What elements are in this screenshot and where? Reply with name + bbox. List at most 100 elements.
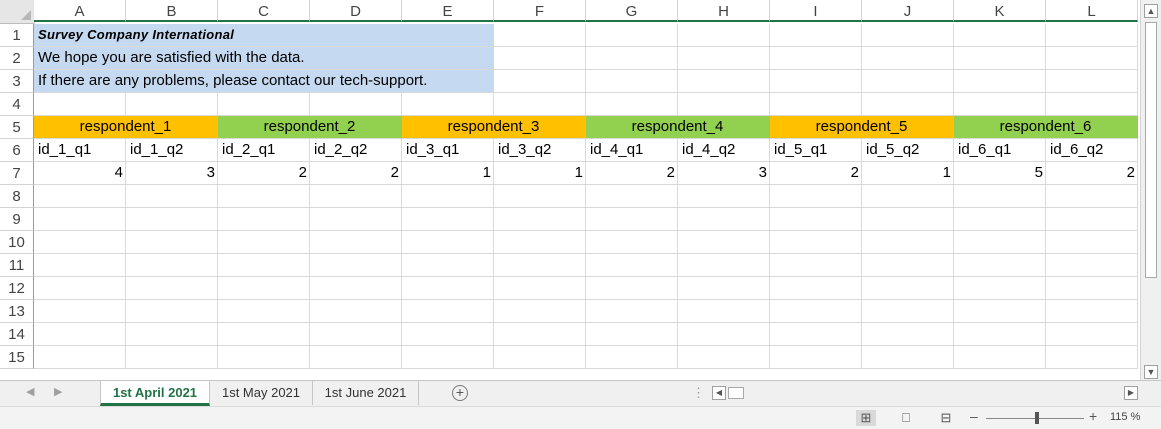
cell-j13[interactable] xyxy=(862,300,954,323)
cell-k14[interactable] xyxy=(954,323,1046,346)
zoom-in-button[interactable]: + xyxy=(1089,408,1097,424)
cell-d14[interactable] xyxy=(310,323,402,346)
cell-k4[interactable] xyxy=(954,93,1046,116)
cell-d11[interactable] xyxy=(310,254,402,277)
cell-a11[interactable] xyxy=(34,254,126,277)
column-header-i[interactable]: I xyxy=(770,0,862,22)
cell-j8[interactable] xyxy=(862,185,954,208)
cell-e11[interactable] xyxy=(402,254,494,277)
cell-i3[interactable] xyxy=(770,70,862,93)
row-header-2[interactable]: 2 xyxy=(0,47,34,70)
cell-a2-message[interactable]: We hope you are satisfied with the data. xyxy=(34,47,494,70)
cell-l15[interactable] xyxy=(1046,346,1138,369)
answer-cell[interactable]: 3 xyxy=(126,162,218,185)
cell-j10[interactable] xyxy=(862,231,954,254)
cell-k12[interactable] xyxy=(954,277,1046,300)
cell-j11[interactable] xyxy=(862,254,954,277)
cell-i13[interactable] xyxy=(770,300,862,323)
question-id-cell[interactable]: id_6_q2 xyxy=(1046,139,1138,162)
answer-cell[interactable]: 1 xyxy=(862,162,954,185)
column-header-h[interactable]: H xyxy=(678,0,770,22)
cell-b8[interactable] xyxy=(126,185,218,208)
cell-g3[interactable] xyxy=(586,70,678,93)
cell-l1[interactable] xyxy=(1046,24,1138,47)
tab-1st-april-2021[interactable]: 1st April 2021 xyxy=(100,381,210,406)
cell-e8[interactable] xyxy=(402,185,494,208)
respondent-header-6[interactable]: respondent_6 xyxy=(954,116,1138,139)
column-header-a[interactable]: A xyxy=(34,0,126,22)
row-header-8[interactable]: 8 xyxy=(0,185,34,208)
row-header-9[interactable]: 9 xyxy=(0,208,34,231)
cell-e10[interactable] xyxy=(402,231,494,254)
question-id-cell[interactable]: id_5_q2 xyxy=(862,139,954,162)
cell-l12[interactable] xyxy=(1046,277,1138,300)
normal-view-icon[interactable]: ⊞ xyxy=(856,410,876,426)
answer-cell[interactable]: 2 xyxy=(218,162,310,185)
cell-k9[interactable] xyxy=(954,208,1046,231)
cell-k2[interactable] xyxy=(954,47,1046,70)
respondent-header-2[interactable]: respondent_2 xyxy=(218,116,402,139)
cell-l3[interactable] xyxy=(1046,70,1138,93)
cell-c15[interactable] xyxy=(218,346,310,369)
cell-g1[interactable] xyxy=(586,24,678,47)
row-header-14[interactable]: 14 xyxy=(0,323,34,346)
scroll-left-icon[interactable]: ◀ xyxy=(712,386,726,400)
cell-f9[interactable] xyxy=(494,208,586,231)
zoom-out-button[interactable]: – xyxy=(970,408,978,424)
cell-j4[interactable] xyxy=(862,93,954,116)
cell-g12[interactable] xyxy=(586,277,678,300)
cell-a1-title[interactable]: Survey Company International xyxy=(34,24,494,47)
answer-cell[interactable]: 2 xyxy=(1046,162,1138,185)
cell-e9[interactable] xyxy=(402,208,494,231)
cell-c13[interactable] xyxy=(218,300,310,323)
row-header-13[interactable]: 13 xyxy=(0,300,34,323)
cell-c12[interactable] xyxy=(218,277,310,300)
cell-i11[interactable] xyxy=(770,254,862,277)
question-id-cell[interactable]: id_1_q2 xyxy=(126,139,218,162)
zoom-level[interactable]: 115 % xyxy=(1110,411,1140,423)
respondent-header-4[interactable]: respondent_4 xyxy=(586,116,770,139)
cell-k1[interactable] xyxy=(954,24,1046,47)
cell-f11[interactable] xyxy=(494,254,586,277)
cell-l4[interactable] xyxy=(1046,93,1138,116)
row-header-5[interactable]: 5 xyxy=(0,116,34,139)
scroll-up-icon[interactable]: ▲ xyxy=(1144,4,1158,18)
cell-d15[interactable] xyxy=(310,346,402,369)
column-header-f[interactable]: F xyxy=(494,0,586,22)
add-sheet-icon[interactable]: + xyxy=(452,385,468,401)
cell-a15[interactable] xyxy=(34,346,126,369)
cell-i1[interactable] xyxy=(770,24,862,47)
respondent-header-5[interactable]: respondent_5 xyxy=(770,116,954,139)
column-header-l[interactable]: L xyxy=(1046,0,1138,22)
cell-h9[interactable] xyxy=(678,208,770,231)
column-header-k[interactable]: K xyxy=(954,0,1046,22)
answer-cell[interactable]: 1 xyxy=(494,162,586,185)
cell-c14[interactable] xyxy=(218,323,310,346)
cell-f13[interactable] xyxy=(494,300,586,323)
question-id-cell[interactable]: id_6_q1 xyxy=(954,139,1046,162)
question-id-cell[interactable]: id_2_q2 xyxy=(310,139,402,162)
cell-h10[interactable] xyxy=(678,231,770,254)
cell-l10[interactable] xyxy=(1046,231,1138,254)
cell-e12[interactable] xyxy=(402,277,494,300)
cell-c9[interactable] xyxy=(218,208,310,231)
page-break-preview-icon[interactable]: ⊟ xyxy=(936,410,956,426)
answer-cell[interactable]: 4 xyxy=(34,162,126,185)
row-header-1[interactable]: 1 xyxy=(0,24,34,47)
row-header-15[interactable]: 15 xyxy=(0,346,34,369)
cell-g14[interactable] xyxy=(586,323,678,346)
cell-a3-support[interactable]: If there are any problems, please contac… xyxy=(34,70,494,93)
tab-prev-icon[interactable]: ◀ xyxy=(26,385,34,398)
cell-g11[interactable] xyxy=(586,254,678,277)
cell-f4[interactable] xyxy=(494,93,586,116)
answer-cell[interactable]: 2 xyxy=(310,162,402,185)
cell-l11[interactable] xyxy=(1046,254,1138,277)
cell-a4[interactable] xyxy=(34,93,126,116)
vertical-scroll-thumb[interactable] xyxy=(1145,22,1157,278)
cell-g10[interactable] xyxy=(586,231,678,254)
cell-d4[interactable] xyxy=(310,93,402,116)
cell-e14[interactable] xyxy=(402,323,494,346)
cell-j9[interactable] xyxy=(862,208,954,231)
cell-h11[interactable] xyxy=(678,254,770,277)
cell-a12[interactable] xyxy=(34,277,126,300)
